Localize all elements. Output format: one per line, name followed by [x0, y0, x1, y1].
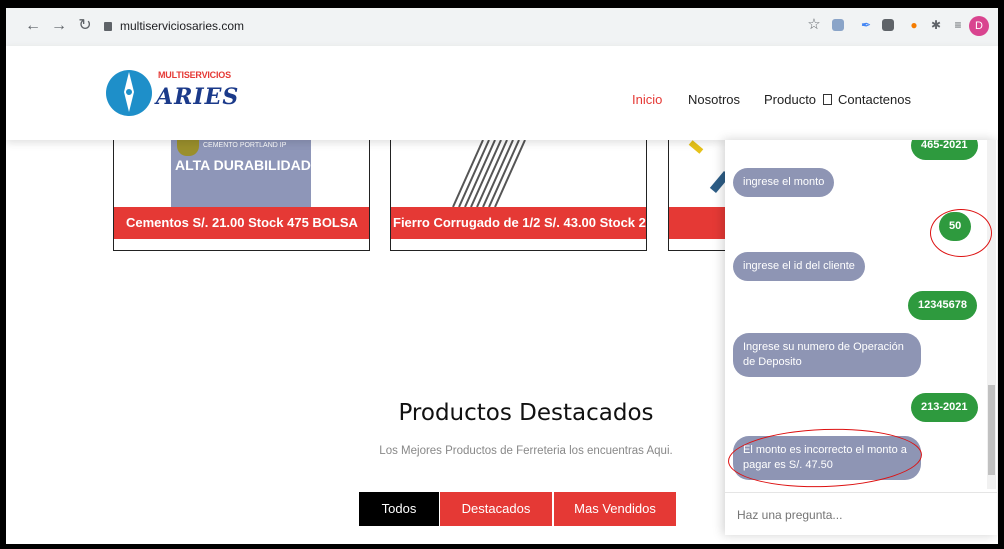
url-text: multiserviciosaries.com	[120, 19, 245, 33]
product-card-fierro[interactable]: Fierro Corrugado de 1/2 S/. 43.00 Stock …	[390, 140, 647, 251]
address-bar[interactable]: multiserviciosaries.com	[104, 15, 244, 37]
cement-bag-text: CEMENTO PORTLAND IP	[203, 142, 287, 149]
product-image-rebar	[391, 140, 646, 208]
fire-icon[interactable]: ●	[906, 17, 922, 33]
chat-input-area	[725, 492, 997, 536]
extension-icon-2[interactable]	[882, 19, 894, 31]
product-image-cement: CEMENTO PORTLAND IP ALTA DURABILIDAD	[114, 140, 369, 207]
cement-logo-icon	[177, 140, 199, 156]
site-logo[interactable]: MULTISERVICIOS ARIES	[104, 64, 244, 122]
product-label: Fierro Corrugado de 1/2 S/. 43.00 Stock …	[391, 207, 646, 239]
forward-arrow-icon[interactable]: →	[50, 17, 68, 35]
nav-inicio[interactable]: Inicio	[632, 92, 662, 107]
section-subtitle: Los Mejores Productos de Ferreteria los …	[379, 445, 673, 457]
chat-message-user: 12345678	[908, 291, 977, 320]
cement-bag-title: ALTA DURABILIDAD	[175, 157, 311, 173]
cement-bag: CEMENTO PORTLAND IP ALTA DURABILIDAD	[171, 140, 311, 207]
filter-todos[interactable]: Todos	[359, 492, 439, 526]
nav-nosotros[interactable]: Nosotros	[688, 92, 740, 107]
annotation-circle-amount	[930, 209, 992, 257]
filter-mas-vendidos[interactable]: Mas Vendidos	[554, 492, 676, 526]
dropdown-box-icon	[822, 94, 832, 105]
chat-message-user: 213-2021	[911, 393, 978, 422]
chat-message-bot: ingrese el id del cliente	[733, 252, 865, 281]
logo-mark-icon	[106, 70, 152, 116]
back-arrow-icon[interactable]: ←	[24, 17, 42, 35]
product-label: Cementos S/. 21.00 Stock 475 BOLSA	[114, 207, 369, 239]
nav-producto-label: Producto	[764, 92, 817, 107]
star-icon[interactable]: ☆	[806, 17, 822, 33]
logo-subtitle: MULTISERVICIOS	[158, 70, 231, 80]
profile-avatar[interactable]: D	[969, 16, 989, 36]
chat-message-user: 465-2021	[911, 140, 978, 160]
puzzle-icon[interactable]: ✱	[928, 17, 944, 33]
nav-contactenos[interactable]: Contactenos	[838, 92, 911, 107]
screenshot-frame: ← → ↻ multiserviciosaries.com ☆ ✒ ● ✱ ≡ …	[0, 0, 1004, 549]
logo-name: ARIES	[156, 84, 240, 110]
extension-icon-1[interactable]	[832, 19, 844, 31]
chat-message-bot: ingrese el monto	[733, 168, 835, 197]
menu-kebab-icon[interactable]: ⋮	[996, 17, 998, 34]
site-header: MULTISERVICIOS ARIES Inicio Nosotros Pro…	[6, 46, 998, 140]
chat-message-bot: Ingrese su numero de Operación de Deposi…	[733, 333, 921, 377]
lock-icon	[104, 22, 112, 31]
chat-scrollbar-thumb[interactable]	[988, 385, 995, 475]
product-card-cementos[interactable]: CEMENTO PORTLAND IP ALTA DURABILIDAD Cem…	[113, 140, 370, 251]
browser-toolbar: ← → ↻ multiserviciosaries.com ☆ ✒ ● ✱ ≡ …	[6, 8, 998, 47]
chat-input[interactable]	[735, 504, 989, 526]
tool-tip	[688, 140, 704, 154]
section-title: Productos Destacados	[398, 400, 654, 426]
pen-icon[interactable]: ✒	[858, 17, 874, 33]
queue-icon[interactable]: ≡	[950, 17, 966, 33]
nav-producto[interactable]: Producto	[764, 92, 832, 107]
rebar-illustration	[452, 140, 526, 208]
reload-icon[interactable]: ↻	[76, 17, 94, 35]
filter-destacados[interactable]: Destacados	[440, 492, 552, 526]
